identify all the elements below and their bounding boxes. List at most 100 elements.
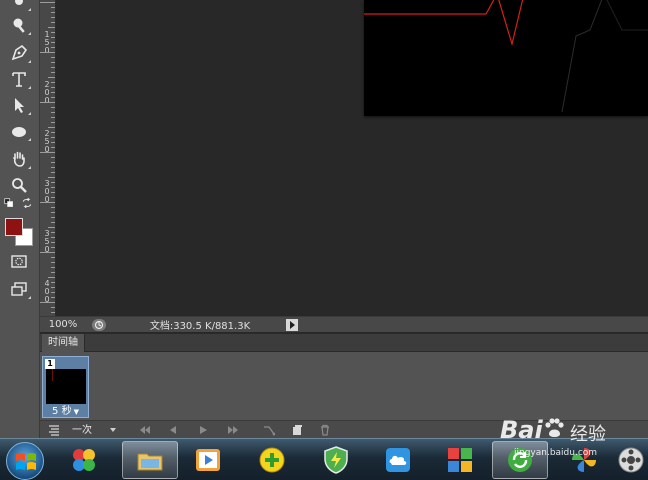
ruler-tick	[40, 302, 55, 303]
photoshop-window: 1 5 0 2 0 0 2 5 0 3 0 0 3 5 0 4 0 0 100%…	[0, 0, 648, 480]
ruler-tick	[51, 242, 55, 243]
ruler-tick	[51, 12, 55, 13]
ruler-tick	[51, 32, 55, 33]
blur-tool-icon[interactable]	[6, 0, 32, 12]
ellipse-tool-icon[interactable]	[6, 120, 32, 142]
ruler-tick	[51, 272, 55, 273]
frame-delay-label: 5 秒	[52, 406, 72, 417]
convert-to-video-timeline-icon[interactable]	[44, 422, 64, 439]
ruler-tick	[51, 182, 55, 183]
refresh-app-icon[interactable]	[492, 441, 548, 479]
play-icon[interactable]	[192, 422, 214, 439]
heartbeat-line-drawing	[364, 0, 648, 113]
ruler-tick	[51, 107, 55, 108]
ruler-tick	[51, 192, 55, 193]
swap-colors-icon[interactable]	[20, 196, 34, 210]
document-canvas[interactable]	[364, 0, 648, 116]
ruler-tick	[51, 257, 55, 258]
zoom-tool-icon[interactable]	[6, 174, 32, 196]
ruler-tick	[51, 157, 55, 158]
ruler-tick	[51, 117, 55, 118]
ruler-tick	[40, 102, 55, 103]
type-tool-icon[interactable]	[6, 68, 32, 90]
status-bar: 100% 文档:330.5 K/881.3K	[40, 316, 648, 332]
ruler-tick	[48, 177, 55, 178]
ruler-tick	[40, 52, 55, 53]
file-explorer-icon[interactable]	[122, 441, 178, 479]
frame-number: 1	[45, 359, 55, 369]
default-colors-icon[interactable]	[2, 196, 16, 210]
ruler-tick	[51, 162, 55, 163]
canvas-workspace[interactable]	[57, 0, 648, 316]
pen-tool-icon[interactable]	[6, 42, 32, 64]
frame-thumbnail[interactable]	[46, 369, 86, 404]
ruler-tick	[51, 187, 55, 188]
windows-logo-icon	[16, 453, 36, 470]
start-orb[interactable]	[6, 442, 44, 480]
video-player-icon[interactable]	[180, 441, 236, 479]
previous-frame-icon[interactable]	[162, 422, 184, 439]
ruler-tick	[51, 147, 55, 148]
frame-delay-select[interactable]: 5 秒 ▼	[43, 405, 88, 418]
ruler-tick	[48, 227, 55, 228]
chevron-down-icon: ▼	[73, 408, 79, 416]
ruler-tick	[51, 132, 55, 133]
media-icon[interactable]	[614, 441, 648, 479]
foreground-color-swatch[interactable]	[5, 218, 23, 236]
ruler-tick	[40, 252, 55, 253]
ruler-tick	[51, 312, 55, 313]
ruler-tick	[40, 2, 55, 3]
ruler-tick	[51, 87, 55, 88]
ruler-tick	[40, 202, 55, 203]
path-selection-tool-icon[interactable]	[6, 94, 32, 116]
chevron-down-icon	[110, 427, 116, 432]
ruler-tick	[51, 112, 55, 113]
duplicate-frame-icon[interactable]	[286, 422, 308, 439]
quick-mask-icon[interactable]	[6, 250, 32, 272]
tab-timeline[interactable]: 时间轴	[42, 334, 85, 352]
ruler-tick	[51, 67, 55, 68]
status-share-icon[interactable]	[92, 318, 106, 331]
ruler-tick	[51, 92, 55, 93]
shield-icon[interactable]	[308, 441, 364, 479]
delete-frame-icon[interactable]	[314, 422, 336, 439]
tween-icon[interactable]	[258, 422, 280, 439]
ruler-tick	[48, 77, 55, 78]
ruler-tick	[51, 217, 55, 218]
ruler-tick	[51, 172, 55, 173]
ruler-label: 3 0 0	[44, 179, 50, 204]
ruler-label: 4 0 0	[44, 279, 50, 304]
plus-app-icon[interactable]	[244, 441, 300, 479]
ruler-tick	[51, 282, 55, 283]
zoom-level[interactable]: 100%	[40, 319, 86, 330]
tools-panel	[0, 0, 40, 438]
ruler-tick	[51, 17, 55, 18]
cloud-icon[interactable]	[370, 441, 426, 479]
ruler-tick	[51, 207, 55, 208]
ruler-tick	[51, 237, 55, 238]
ruler-tick	[51, 222, 55, 223]
ruler-label: 2 5 0	[44, 129, 50, 154]
animation-frame[interactable]: 1 5 秒 ▼	[42, 356, 89, 418]
first-frame-icon[interactable]	[134, 422, 156, 439]
tiles-icon[interactable]	[432, 441, 488, 479]
ruler-tick	[51, 287, 55, 288]
paint-app-icon[interactable]	[56, 441, 112, 479]
ruler-tick	[51, 42, 55, 43]
ruler-tick	[51, 247, 55, 248]
ruler-tick	[51, 197, 55, 198]
status-menu-arrow-icon[interactable]	[286, 318, 298, 331]
ruler-tick	[51, 72, 55, 73]
ruler-tick	[51, 307, 55, 308]
ruler-tick	[40, 152, 55, 153]
dodge-tool-icon[interactable]	[6, 14, 32, 36]
loop-options-select[interactable]: 一次	[70, 423, 118, 438]
timeline-controls: 一次	[40, 420, 648, 439]
next-frame-icon[interactable]	[222, 422, 244, 439]
screen-mode-icon[interactable]	[6, 278, 32, 300]
ruler-tick	[51, 62, 55, 63]
pinwheel-icon[interactable]	[556, 441, 612, 479]
hand-tool-icon[interactable]	[6, 148, 32, 170]
timeline-tab-bar: 时间轴	[40, 334, 648, 352]
loop-option-label: 一次	[72, 424, 92, 436]
